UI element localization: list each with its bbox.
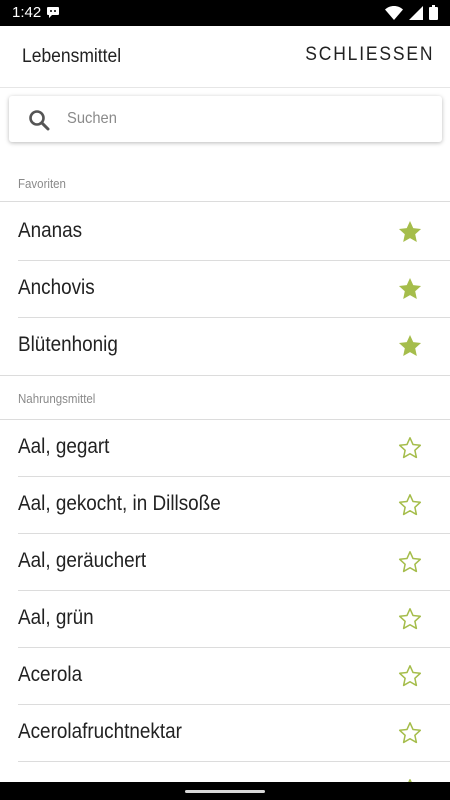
wifi-icon xyxy=(385,5,403,25)
signal-icon xyxy=(409,5,423,25)
list-item[interactable]: Acerola xyxy=(0,648,450,705)
section-title: Nahrungsmittel xyxy=(18,392,96,406)
star-filled-icon[interactable] xyxy=(397,333,423,359)
food-name: Ananas xyxy=(18,219,83,242)
list-item[interactable]: Blütenhonig xyxy=(0,318,450,375)
message-bubble-icon xyxy=(46,6,60,24)
navigation-bar xyxy=(0,782,450,800)
status-icons xyxy=(385,5,438,25)
food-name: Anchovis xyxy=(18,276,95,299)
star-filled-icon[interactable] xyxy=(397,276,423,302)
food-name: Aal, grün xyxy=(18,606,94,629)
food-name: Acerolafruchtnektar xyxy=(18,720,182,743)
status-time: 1:42 xyxy=(12,4,42,21)
food-name: Aal, gekocht, in Dillsoße xyxy=(18,492,221,515)
list-item[interactable]: Aal, grün xyxy=(0,591,450,648)
section-header-favorites: Favoriten xyxy=(0,166,450,202)
section-title: Favoriten xyxy=(18,177,66,191)
list-item[interactable]: Aal, gekocht, in Dillsoße xyxy=(0,477,450,534)
home-gesture-handle[interactable] xyxy=(185,790,265,793)
close-button[interactable]: SCHLIESSEN xyxy=(305,44,434,66)
list-item[interactable]: Anchovis xyxy=(0,261,450,318)
list-item[interactable]: Acerolafruchtnektar xyxy=(0,705,450,762)
section-header-foods: Nahrungsmittel xyxy=(0,375,450,420)
food-name: Acerola xyxy=(18,663,83,686)
star-outline-icon[interactable] xyxy=(397,492,423,518)
star-outline-icon[interactable] xyxy=(397,720,423,746)
star-outline-icon[interactable] xyxy=(397,549,423,575)
food-name: Blütenhonig xyxy=(18,333,118,356)
status-bar: 1:42 xyxy=(0,0,450,26)
search-icon[interactable] xyxy=(27,108,51,132)
list-item[interactable]: Aal, gegart xyxy=(0,420,450,477)
page-title: Lebensmittel xyxy=(22,46,122,67)
list-item[interactable]: Aal, geräuchert xyxy=(0,534,450,591)
food-name: Aal, gegart xyxy=(18,435,110,458)
list-item[interactable]: Ananas xyxy=(0,204,450,261)
battery-icon xyxy=(429,5,438,25)
star-filled-icon[interactable] xyxy=(397,219,423,245)
app-bar: Lebensmittel SCHLIESSEN xyxy=(0,26,450,88)
search-bar[interactable] xyxy=(9,96,442,142)
star-outline-icon[interactable] xyxy=(397,435,423,461)
search-input[interactable] xyxy=(67,104,399,134)
star-outline-icon[interactable] xyxy=(397,606,423,632)
star-outline-icon[interactable] xyxy=(397,663,423,689)
food-name: Aal, geräuchert xyxy=(18,549,147,572)
